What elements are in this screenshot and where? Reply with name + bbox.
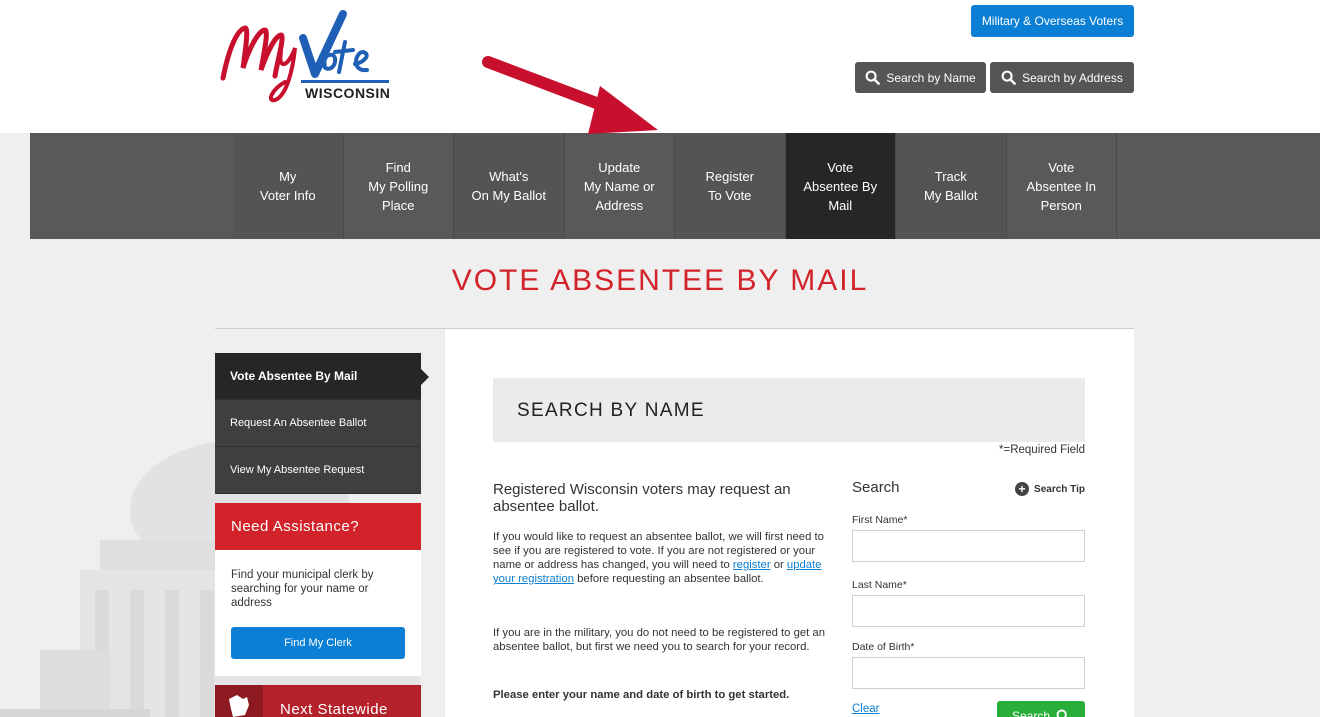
search-by-address-button[interactable]: Search by Address xyxy=(990,62,1134,93)
search-form: Search + Search Tip First Name* Last Nam… xyxy=(852,479,1085,717)
myvote-logo[interactable]: WISCONSIN xyxy=(215,8,395,108)
nav-track-ballot[interactable]: Track My Ballot xyxy=(896,133,1007,239)
search-by-name-label: Search by Name xyxy=(886,70,976,85)
required-field-note: *=Required Field xyxy=(999,444,1085,456)
search-tip-label: Search Tip xyxy=(1034,483,1085,495)
horizontal-scrollbar[interactable] xyxy=(0,709,150,717)
assistance-title: Need Assistance? xyxy=(215,503,421,550)
nav-update-name-address[interactable]: Update My Name or Address xyxy=(564,133,675,239)
side-item-vote-absentee-mail[interactable]: Vote Absentee By Mail xyxy=(215,353,429,400)
intro-heading: Registered Wisconsin voters may request … xyxy=(493,481,791,515)
search-submit-label: Search xyxy=(1011,709,1051,717)
military-overseas-button[interactable]: Military & Overseas Voters xyxy=(971,5,1134,37)
intro-paragraph: If you would like to request an absentee… xyxy=(493,530,833,586)
plus-icon: + xyxy=(1015,482,1030,496)
wisconsin-map-icon xyxy=(215,685,263,717)
nav-find-polling-place[interactable]: Find My Polling Place xyxy=(343,133,454,239)
next-statewide-box[interactable]: Next Statewide xyxy=(215,685,421,717)
military-paragraph: If you are in the military, you do not n… xyxy=(493,627,825,653)
side-item-request-absentee-ballot[interactable]: Request An Absentee Ballot xyxy=(215,400,421,447)
get-started-text: Please enter your name and date of birth… xyxy=(493,689,790,701)
clear-link[interactable]: Clear xyxy=(852,703,879,715)
nav-vote-absentee-mail[interactable]: Vote Absentee By Mail xyxy=(785,133,896,239)
search-by-name-button[interactable]: Search by Name xyxy=(855,62,986,93)
logo-state-label: WISCONSIN xyxy=(305,85,391,101)
register-link[interactable]: register xyxy=(733,559,771,571)
side-menu: Vote Absentee By Mail Request An Absente… xyxy=(215,353,429,494)
search-heading: SEARCH BY NAME xyxy=(517,400,705,421)
search-icon xyxy=(865,70,881,85)
annotation-arrow-icon xyxy=(482,56,658,134)
main-nav: My Voter Info Find My Polling Place What… xyxy=(30,133,1320,239)
last-name-input[interactable] xyxy=(852,595,1085,627)
side-item-view-absentee-request[interactable]: View My Absentee Request xyxy=(215,447,421,494)
assistance-text: Find your municipal clerk by searching f… xyxy=(231,569,374,609)
next-statewide-label: Next Statewide xyxy=(280,701,388,717)
last-name-label: Last Name* xyxy=(852,579,907,591)
main-nav-items: My Voter Info Find My Polling Place What… xyxy=(233,133,1117,239)
page-title: VOTE ABSENTEE BY MAIL xyxy=(451,264,869,297)
assistance-body: Find your municipal clerk by searching f… xyxy=(215,550,421,676)
dob-label: Date of Birth* xyxy=(852,641,915,653)
search-icon xyxy=(1001,70,1016,85)
search-tip-toggle[interactable]: + Search Tip xyxy=(1015,482,1085,496)
intro-text-b: before requesting an absentee ballot. xyxy=(574,573,764,585)
first-name-label: First Name* xyxy=(852,514,908,526)
nav-vote-absentee-person[interactable]: Vote Absentee In Person xyxy=(1006,133,1117,239)
assistance-box: Need Assistance? Find your municipal cle… xyxy=(215,503,421,676)
search-icon xyxy=(1056,709,1067,717)
search-heading-bar: SEARCH BY NAME xyxy=(493,378,1085,442)
dob-input[interactable] xyxy=(852,657,1085,689)
nav-whats-on-ballot[interactable]: What's On My Ballot xyxy=(454,133,565,239)
intro-text-or: or xyxy=(770,559,787,571)
first-name-input[interactable] xyxy=(852,530,1085,562)
search-panel: SEARCH BY NAME *=Required Field Register… xyxy=(445,329,1134,717)
nav-my-voter-info[interactable]: My Voter Info xyxy=(233,133,344,239)
nav-register-to-vote[interactable]: Register To Vote xyxy=(675,133,786,239)
find-my-clerk-button[interactable]: Find My Clerk xyxy=(231,627,405,659)
search-by-address-label: Search by Address xyxy=(1022,70,1123,85)
search-submit-button[interactable]: Search xyxy=(997,701,1085,717)
